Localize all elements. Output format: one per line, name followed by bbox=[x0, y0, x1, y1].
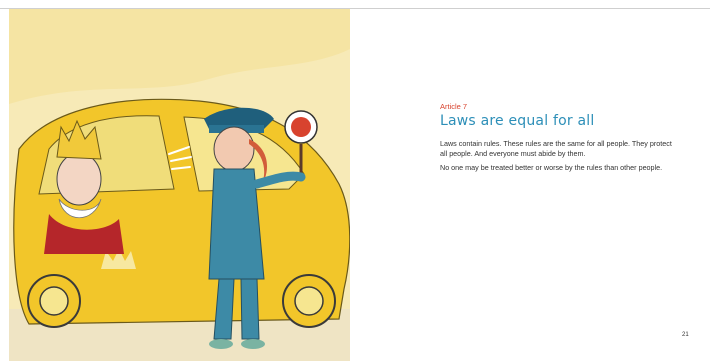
book-spread: Article 7 Laws are equal for all Laws co… bbox=[0, 0, 710, 361]
article-text-block: Article 7 Laws are equal for all Laws co… bbox=[440, 102, 675, 178]
illustration-king-and-police-officer bbox=[9, 9, 350, 361]
page-number: 21 bbox=[682, 332, 689, 338]
article-paragraph-2: No one may be treated better or worse by… bbox=[440, 163, 663, 173]
article-title: Laws are equal for all bbox=[440, 113, 595, 129]
illustration-svg bbox=[9, 9, 350, 361]
article-number: Article 7 bbox=[440, 102, 468, 111]
article-paragraph-1: Laws contain rules. These rules are the … bbox=[440, 139, 672, 158]
